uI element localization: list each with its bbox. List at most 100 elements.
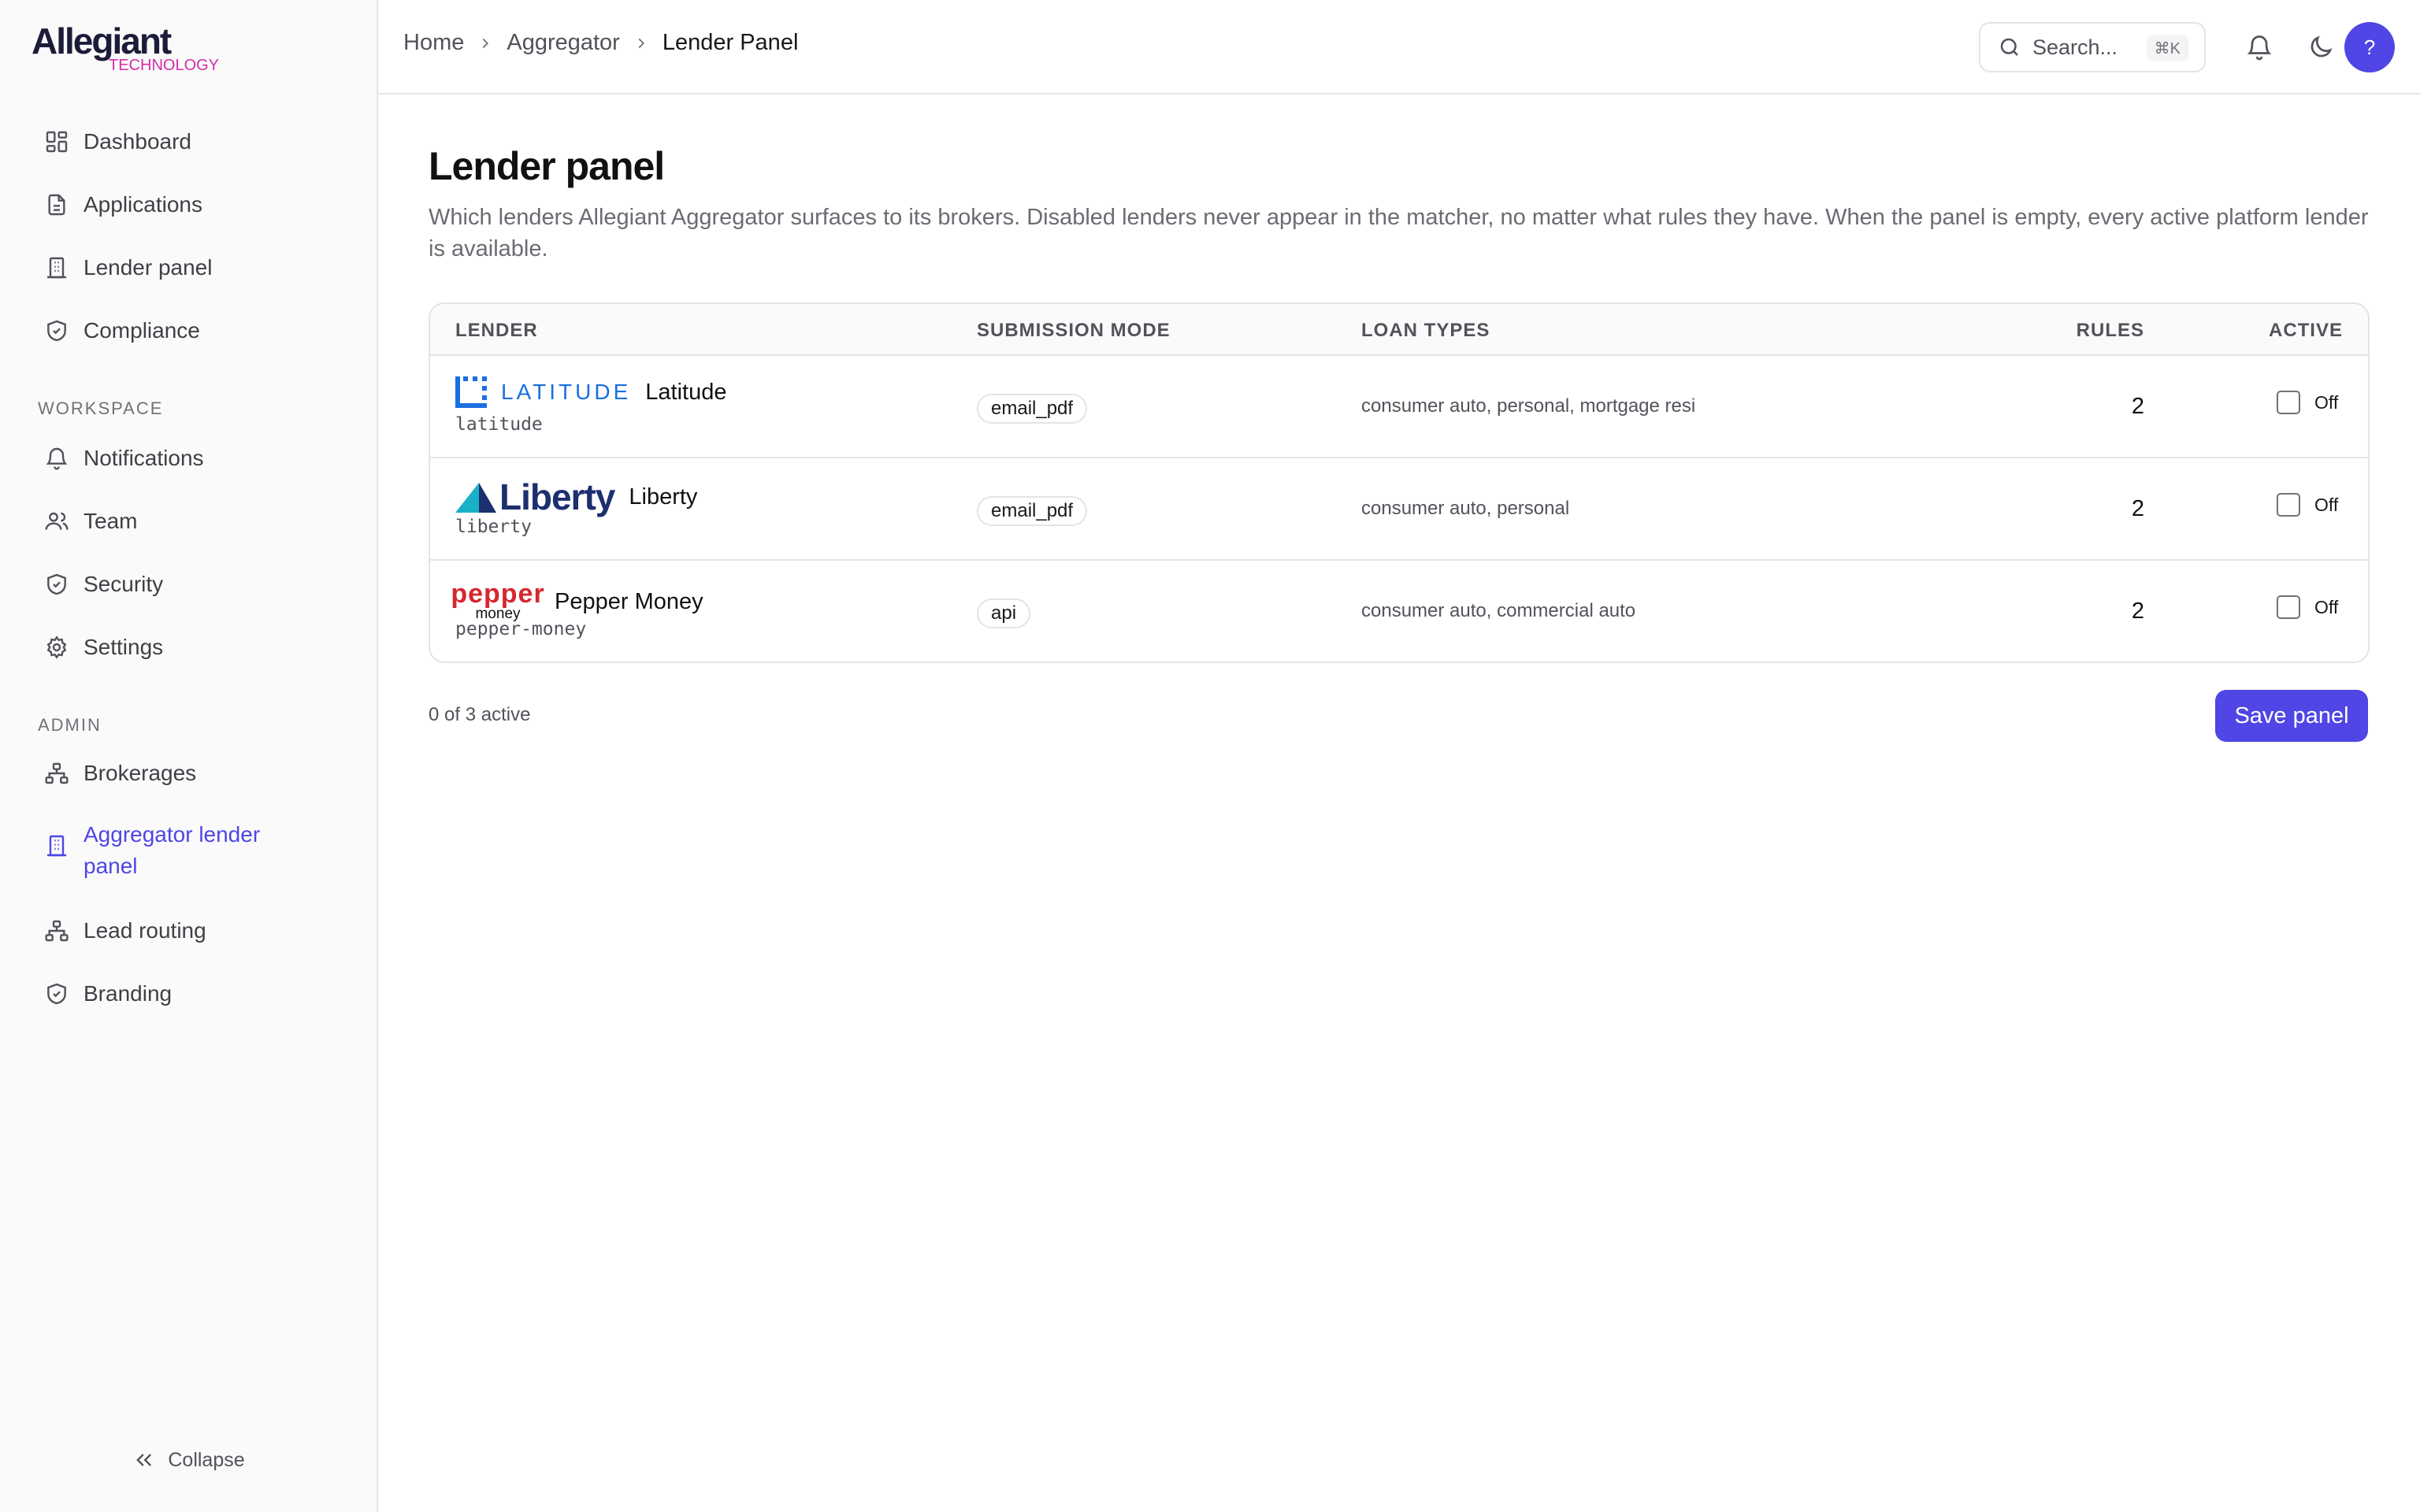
lender-slug: latitude bbox=[455, 414, 543, 435]
table-row: Liberty Liberty liberty email_pdf consum… bbox=[430, 458, 2368, 561]
active-label: Off bbox=[2314, 391, 2339, 413]
page-description: Which lenders Allegiant Aggregator surfa… bbox=[429, 205, 2369, 261]
column-header-submission-mode: SUBMISSION MODE bbox=[977, 320, 1171, 341]
rules-count: 2 bbox=[2131, 394, 2144, 419]
column-header-lender: LENDER bbox=[455, 320, 538, 341]
sidebar-item-aggregator-lender-panel[interactable]: Aggregator lender panel bbox=[38, 816, 353, 887]
sidebar-item-branding[interactable]: Branding bbox=[38, 969, 353, 1019]
latitude-logo-text: LATITUDE bbox=[501, 380, 632, 404]
sidebar: Allegiant TECHNOLOGY Dashboard Applicati… bbox=[0, 0, 378, 1512]
bell-icon bbox=[46, 447, 68, 470]
collapse-button[interactable]: Collapse bbox=[0, 1444, 378, 1476]
active-checkbox[interactable] bbox=[2277, 391, 2300, 414]
loan-types: consumer auto, commercial auto bbox=[1361, 600, 1636, 621]
loan-types: consumer auto, personal, mortgage resi bbox=[1361, 395, 1696, 417]
sidebar-item-label: Aggregator lender panel bbox=[84, 822, 261, 878]
brand-subtitle: TECHNOLOGY bbox=[109, 57, 220, 74]
bell-icon[interactable] bbox=[2245, 33, 2273, 61]
sidebar-item-label: Branding bbox=[84, 981, 173, 1006]
avatar[interactable]: ? bbox=[2344, 22, 2395, 72]
sidebar-item-applications[interactable]: Applications bbox=[38, 180, 353, 230]
sidebar-item-brokerages[interactable]: Brokerages bbox=[38, 748, 353, 799]
lender-name: Latitude bbox=[645, 379, 727, 405]
dashboard-icon bbox=[46, 131, 68, 153]
column-header-active: ACTIVE bbox=[2268, 320, 2343, 341]
lender-cell: Liberty Liberty bbox=[455, 479, 697, 515]
search-shortcut: ⌘K bbox=[2146, 35, 2188, 61]
users-icon bbox=[45, 512, 69, 530]
lender-slug: liberty bbox=[455, 517, 532, 537]
sidebar-item-label: Dashboard bbox=[84, 129, 191, 154]
lender-slug: pepper-money bbox=[455, 619, 587, 639]
sidebar-item-lender-panel[interactable]: Lender panel bbox=[38, 243, 353, 293]
sidebar-item-security[interactable]: Security bbox=[38, 559, 353, 610]
search-icon bbox=[2000, 38, 2018, 56]
search-placeholder: Search... bbox=[2032, 35, 2118, 59]
breadcrumb: Home Aggregator Lender Panel bbox=[403, 30, 798, 56]
moon-icon[interactable] bbox=[2307, 33, 2335, 61]
sidebar-item-label: Security bbox=[84, 572, 164, 596]
breadcrumb-aggregator[interactable]: Aggregator bbox=[507, 30, 620, 56]
breadcrumb-current: Lender Panel bbox=[662, 30, 799, 55]
table-row: LATITUDE Latitude latitude email_pdf con… bbox=[430, 356, 2368, 458]
breadcrumb-home[interactable]: Home bbox=[403, 30, 464, 56]
lender-name: Liberty bbox=[629, 484, 698, 510]
sidebar-item-label: Lender panel bbox=[84, 255, 213, 280]
sidebar-item-compliance[interactable]: Compliance bbox=[38, 306, 353, 356]
sidebar-item-label: Notifications bbox=[84, 446, 204, 470]
sidebar-item-label: Compliance bbox=[84, 318, 200, 343]
save-panel-button[interactable]: Save panel bbox=[2215, 690, 2368, 742]
latitude-mark-icon bbox=[455, 376, 487, 408]
active-toggle[interactable]: Off bbox=[2277, 391, 2338, 414]
network-icon bbox=[45, 920, 69, 942]
admin-section-label: ADMIN bbox=[38, 715, 102, 735]
pepper-logo-text: pepper bbox=[451, 579, 545, 609]
chevrons-left-icon bbox=[136, 1454, 152, 1466]
active-label: Off bbox=[2314, 596, 2339, 617]
chevron-right-icon bbox=[482, 38, 489, 48]
liberty-mark-icon bbox=[455, 483, 496, 513]
sidebar-item-label: Team bbox=[84, 509, 138, 533]
sidebar-item-team[interactable]: Team bbox=[38, 496, 353, 547]
submission-mode-badge: email_pdf bbox=[977, 394, 1088, 424]
lender-cell: pepper money Pepper Money bbox=[451, 580, 703, 622]
rules-count: 2 bbox=[2131, 496, 2144, 521]
sidebar-item-settings[interactable]: Settings bbox=[38, 622, 353, 673]
active-checkbox[interactable] bbox=[2277, 595, 2300, 619]
active-toggle[interactable]: Off bbox=[2277, 595, 2338, 619]
sidebar-item-label: Lead routing bbox=[84, 918, 206, 943]
active-label: Off bbox=[2314, 494, 2339, 515]
sidebar-item-label: Brokerages bbox=[84, 761, 197, 785]
collapse-label: Collapse bbox=[168, 1448, 245, 1471]
loan-types: consumer auto, personal bbox=[1361, 498, 1570, 519]
lender-cell: LATITUDE Latitude bbox=[455, 376, 726, 408]
active-toggle[interactable]: Off bbox=[2277, 493, 2338, 517]
shield-check-icon bbox=[47, 573, 66, 595]
lender-name: Pepper Money bbox=[555, 588, 703, 614]
sidebar-item-dashboard[interactable]: Dashboard bbox=[38, 117, 353, 167]
shield-check-icon bbox=[47, 320, 66, 342]
active-checkbox[interactable] bbox=[2277, 493, 2300, 517]
column-header-loan-types: LOAN TYPES bbox=[1361, 320, 1490, 341]
submission-mode-badge: email_pdf bbox=[977, 496, 1088, 526]
building-icon bbox=[47, 835, 66, 857]
building-icon bbox=[47, 257, 66, 279]
sidebar-item-notifications[interactable]: Notifications bbox=[38, 433, 353, 484]
submission-mode-badge: api bbox=[977, 598, 1031, 628]
liberty-logo-text: Liberty bbox=[499, 476, 615, 517]
page-title: Lender panel bbox=[429, 144, 665, 188]
chevron-right-icon bbox=[638, 38, 644, 48]
shield-check-icon bbox=[47, 983, 66, 1005]
rules-count: 2 bbox=[2131, 598, 2144, 624]
pepper-money-logo: pepper money bbox=[451, 580, 544, 622]
sidebar-item-label: Settings bbox=[84, 635, 164, 659]
search-input[interactable]: Search... ⌘K bbox=[1979, 22, 2206, 72]
table-row: pepper money Pepper Money pepper-money a… bbox=[430, 561, 2368, 662]
brand-name: Allegiant bbox=[32, 20, 172, 61]
active-count: 0 of 3 active bbox=[429, 704, 531, 725]
sidebar-item-label: Applications bbox=[84, 192, 202, 217]
latitude-logo: LATITUDE bbox=[455, 376, 631, 408]
sidebar-item-lead-routing[interactable]: Lead routing bbox=[38, 906, 353, 956]
brand-logo[interactable]: Allegiant TECHNOLOGY bbox=[32, 20, 219, 74]
lender-table: LENDER SUBMISSION MODE LOAN TYPES RULES … bbox=[429, 302, 2370, 663]
